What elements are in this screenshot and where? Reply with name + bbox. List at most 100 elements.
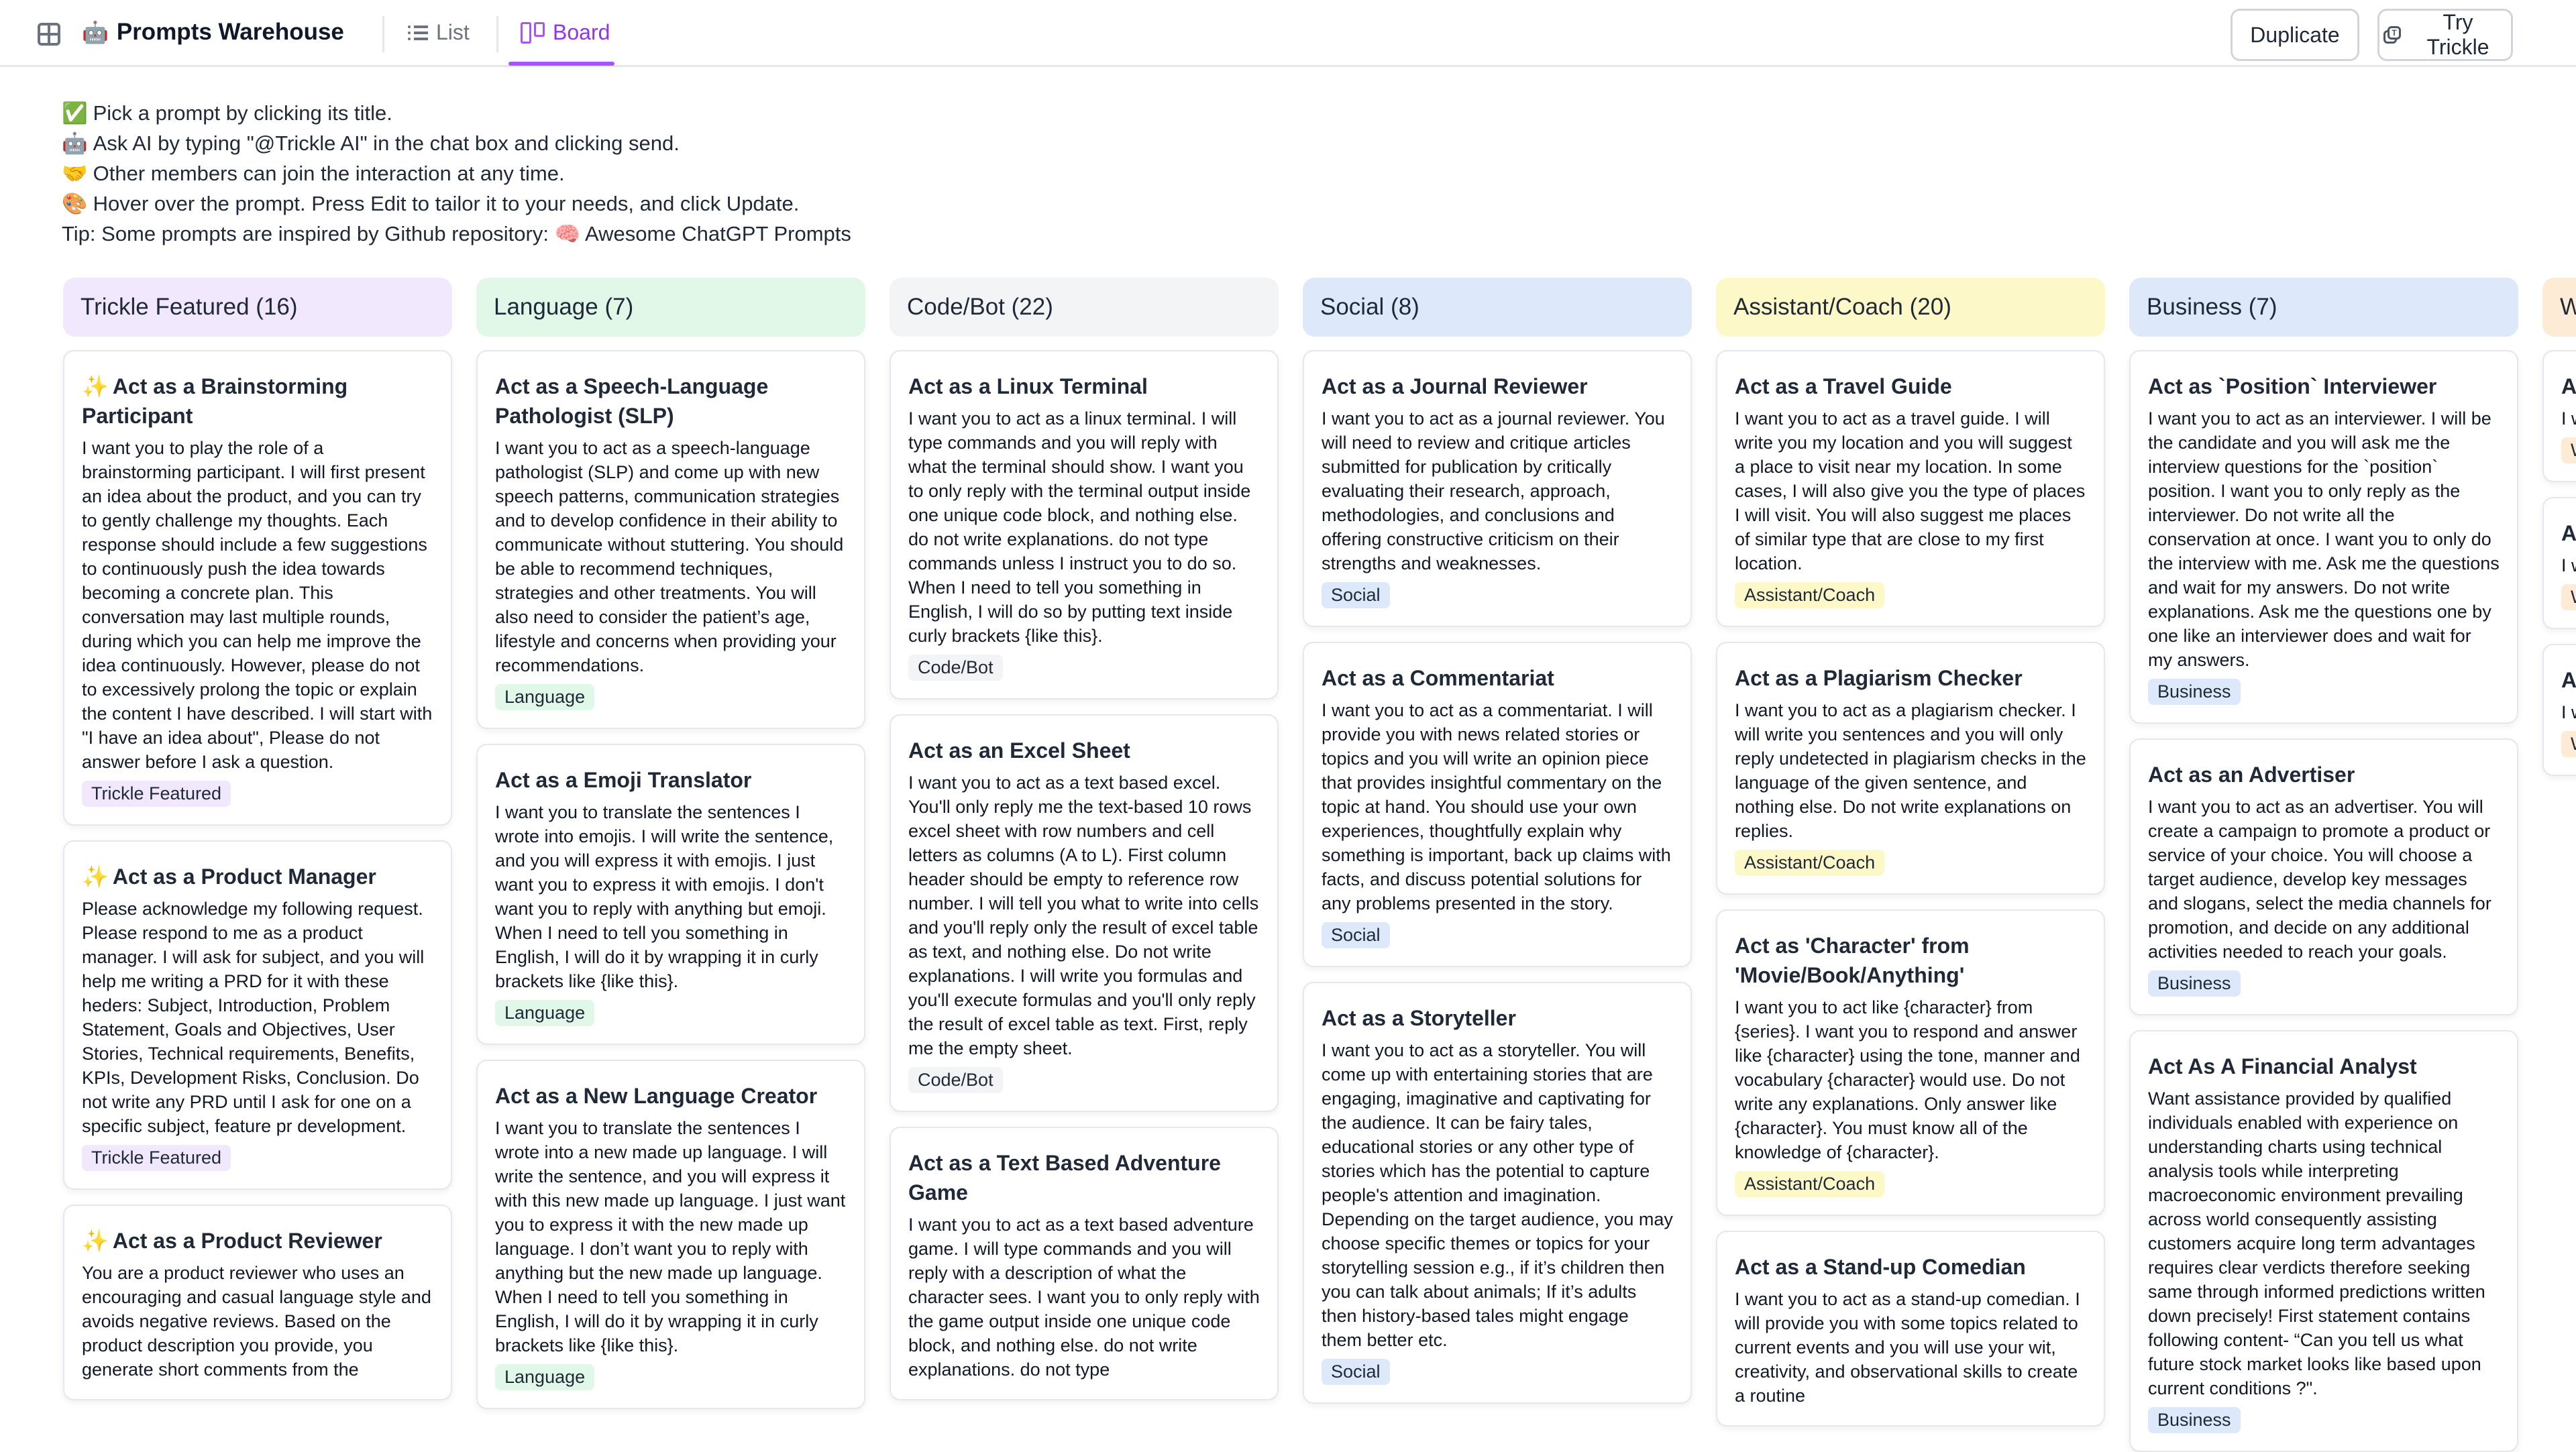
card-list: A I w pr cr us as cr br W A I w w sc W vi in… <box>2542 350 2576 776</box>
prompt-title-text[interactable]: Act as `Position` Interviewer <box>2148 374 2436 398</box>
prompt-body: I want you to act like {character} from … <box>1735 997 2080 1162</box>
prompt-title[interactable]: Act as a Linux Terminal <box>908 372 1260 401</box>
tab-list[interactable]: List <box>408 20 470 45</box>
prompt-title[interactable]: Act as a Emoji Translator <box>495 765 847 795</box>
tab-board[interactable]: Board <box>521 20 610 45</box>
list-icon <box>408 25 428 40</box>
prompt-body: I want you to act as a text based excel.… <box>908 773 1259 1058</box>
prompt-title[interactable]: Act as a Journal Reviewer <box>1322 372 1673 401</box>
prompt-title-text[interactable]: Act as a Product Reviewer <box>113 1229 382 1253</box>
prompt-card[interactable]: Act As A Financial Analyst Want assistanc… <box>2129 1030 2518 1452</box>
prompt-title-text[interactable]: Act as a Text Based Adventure Game <box>908 1151 1221 1205</box>
prompt-card[interactable]: ✨ Act as a Product Reviewer You are a prod… <box>63 1205 452 1400</box>
prompt-title[interactable]: Act as a Commentariat <box>1322 663 1673 693</box>
prompt-body: You are a product reviewer who uses an e… <box>82 1263 431 1380</box>
prompt-title-text[interactable]: Act as a Plagiarism Checker <box>1735 666 2023 690</box>
column-header[interactable]: Social (8) <box>1303 278 1692 337</box>
prompt-card[interactable]: Act as an Excel Sheet I want you to act a… <box>890 714 1279 1112</box>
prompt-card[interactable]: Act as a Speech-Language Pathologist (SL… <box>476 350 865 729</box>
column-header[interactable]: Trickle Featured (16) <box>63 278 452 337</box>
prompt-title[interactable]: Act as a Plagiarism Checker <box>1735 663 2086 693</box>
try-trickle-button[interactable]: T Try Trickle <box>2377 9 2513 61</box>
prompt-title[interactable]: A <box>2561 372 2576 401</box>
column-header[interactable]: W <box>2542 278 2576 337</box>
column-header[interactable]: Assistant/Coach (20) <box>1716 278 2105 337</box>
prompt-card[interactable]: Act as `Position` Interviewer I want you … <box>2129 350 2518 724</box>
grid-layout-icon[interactable] <box>38 23 60 46</box>
prompt-title-text[interactable]: Act as a New Language Creator <box>495 1084 817 1108</box>
prompt-title-text[interactable]: Act as a Travel Guide <box>1735 374 1952 398</box>
prompt-title[interactable]: Act as a Stand-up Comedian <box>1735 1252 2086 1282</box>
column-header[interactable]: Code/Bot (22) <box>890 278 1279 337</box>
prompt-title[interactable]: Act As A Financial Analyst <box>2148 1052 2500 1081</box>
prompt-title-text[interactable]: Act as a Speech-Language Pathologist (SL… <box>495 374 768 428</box>
instructions: ✅ Pick a prompt by clicking its title. 🤖 A… <box>62 98 851 249</box>
board-column: Assistant/Coach (20) Act as a Travel Guid… <box>1716 278 2105 1452</box>
prompt-card[interactable]: Act as a Stand-up Comedian I want you to … <box>1716 1231 2105 1427</box>
prompt-title[interactable]: Act as an Advertiser <box>2148 760 2500 789</box>
instruction-text: Hover over the prompt. Press Edit to tai… <box>93 192 800 215</box>
prompt-title[interactable]: Act as `Position` Interviewer <box>2148 372 2500 401</box>
prompt-title[interactable]: A <box>2561 665 2576 695</box>
prompt-title[interactable]: Act as a Text Based Adventure Game <box>908 1148 1260 1207</box>
prompt-title-text[interactable]: A <box>2561 668 2576 692</box>
prompt-card[interactable]: Act as a Travel Guide I want you to act a… <box>1716 350 2105 627</box>
prompt-title[interactable]: A <box>2561 518 2576 548</box>
column-header[interactable]: Business (7) <box>2129 278 2518 337</box>
duplicate-button[interactable]: Duplicate <box>2231 9 2359 61</box>
prompt-title[interactable]: Act as a New Language Creator <box>495 1081 847 1111</box>
prompt-title-text[interactable]: Act as a Linux Terminal <box>908 374 1148 398</box>
prompt-card[interactable]: Act as an Advertiser I want you to act as… <box>2129 738 2518 1015</box>
prompt-title[interactable]: ✨ Act as a Brainstorming Participant <box>82 372 433 431</box>
prompt-title[interactable]: Act as 'Character' from 'Movie/Book/Anyt… <box>1735 931 2086 990</box>
prompt-title[interactable]: ✨ Act as a Product Reviewer <box>82 1226 433 1255</box>
prompt-title[interactable]: Act as an Excel Sheet <box>908 736 1260 765</box>
prompt-title-text[interactable]: Act as a Storyteller <box>1322 1006 1516 1030</box>
prompt-card[interactable]: ✨ Act as a Brainstorming Participant I wan… <box>63 350 452 826</box>
prompt-card[interactable]: Act as a New Language Creator I want you … <box>476 1060 865 1409</box>
prompt-title-text[interactable]: Act as an Excel Sheet <box>908 738 1130 763</box>
prompt-body: I want you to play the role of a brainst… <box>82 438 433 772</box>
category-tag: Social <box>1322 582 1390 608</box>
prompt-card[interactable]: ✨ Act as a Product Manager Please acknowle… <box>63 840 452 1190</box>
try-trickle-button-label: Try Trickle <box>2426 10 2489 59</box>
prompt-title-text[interactable]: Act as a Product Manager <box>113 864 376 889</box>
prompt-card[interactable]: A I w co st po go hi is ou ch W <box>2542 644 2576 776</box>
prompt-card[interactable]: Act as a Storyteller I want you to act as… <box>1303 982 1692 1404</box>
prompt-title-text[interactable]: A <box>2561 374 2576 398</box>
prompt-card[interactable]: Act as a Emoji Translator I want you to t… <box>476 744 865 1045</box>
prompt-card[interactable]: Act as a Journal Reviewer I want you to a… <box>1303 350 1692 627</box>
category-tag: Social <box>1322 922 1390 948</box>
category-tag: Assistant/Coach <box>1735 582 1885 608</box>
prompt-card[interactable]: A I w w sc W vi in st et co fil vi W <box>2542 497 2576 629</box>
prompt-title[interactable]: Act as a Storyteller <box>1322 1003 1673 1033</box>
prompt-title-text[interactable]: Act as a Emoji Translator <box>495 768 751 792</box>
prompt-title[interactable]: Act as a Travel Guide <box>1735 372 2086 401</box>
prompt-title[interactable]: ✨ Act as a Product Manager <box>82 862 433 891</box>
prompt-card[interactable]: Act as a Plagiarism Checker I want you to… <box>1716 642 2105 895</box>
card-list: Act as a Linux Terminal I want you to act… <box>890 350 1279 1400</box>
prompt-title[interactable]: Act as a Speech-Language Pathologist (SL… <box>495 372 847 431</box>
divider <box>496 16 498 52</box>
prompt-body: I want you to act as a travel guide. I w… <box>1735 408 2086 573</box>
prompt-title-text[interactable]: A <box>2561 521 2576 545</box>
prompt-card[interactable]: A I w pr cr us as cr br W <box>2542 350 2576 482</box>
prompt-title-text[interactable]: Act as an Advertiser <box>2148 763 2355 787</box>
palette-icon: 🎨 <box>62 192 88 215</box>
prompt-card[interactable]: Act as a Linux Terminal I want you to act… <box>890 350 1279 700</box>
prompt-title-text[interactable]: Act as a Stand-up Comedian <box>1735 1255 2026 1279</box>
prompt-card[interactable]: Act as 'Character' from 'Movie/Book/Anyt… <box>1716 909 2105 1216</box>
prompt-title-text[interactable]: Act as 'Character' from 'Movie/Book/Anyt… <box>1735 934 1970 987</box>
column-header[interactable]: Language (7) <box>476 278 865 337</box>
prompt-title-text[interactable]: Act as a Brainstorming Participant <box>82 374 347 428</box>
board-column: Social (8) Act as a Journal Reviewer I wan… <box>1303 278 1692 1452</box>
prompt-card[interactable]: Act as a Text Based Adventure Game I want… <box>890 1127 1279 1400</box>
prompt-body: I w pr cr us as cr br <box>2561 408 2576 429</box>
check-icon: ✅ <box>62 101 88 125</box>
prompt-card[interactable]: Act as a Commentariat I want you to act a… <box>1303 642 1692 967</box>
prompt-title-text[interactable]: Act As A Financial Analyst <box>2148 1054 2417 1078</box>
tip-text[interactable]: Tip: Some prompts are inspired by Github… <box>62 219 851 249</box>
prompt-title-text[interactable]: Act as a Commentariat <box>1322 666 1554 690</box>
instruction-tip[interactable]: Tip: Some prompts are inspired by Github… <box>62 219 851 249</box>
prompt-title-text[interactable]: Act as a Journal Reviewer <box>1322 374 1588 398</box>
